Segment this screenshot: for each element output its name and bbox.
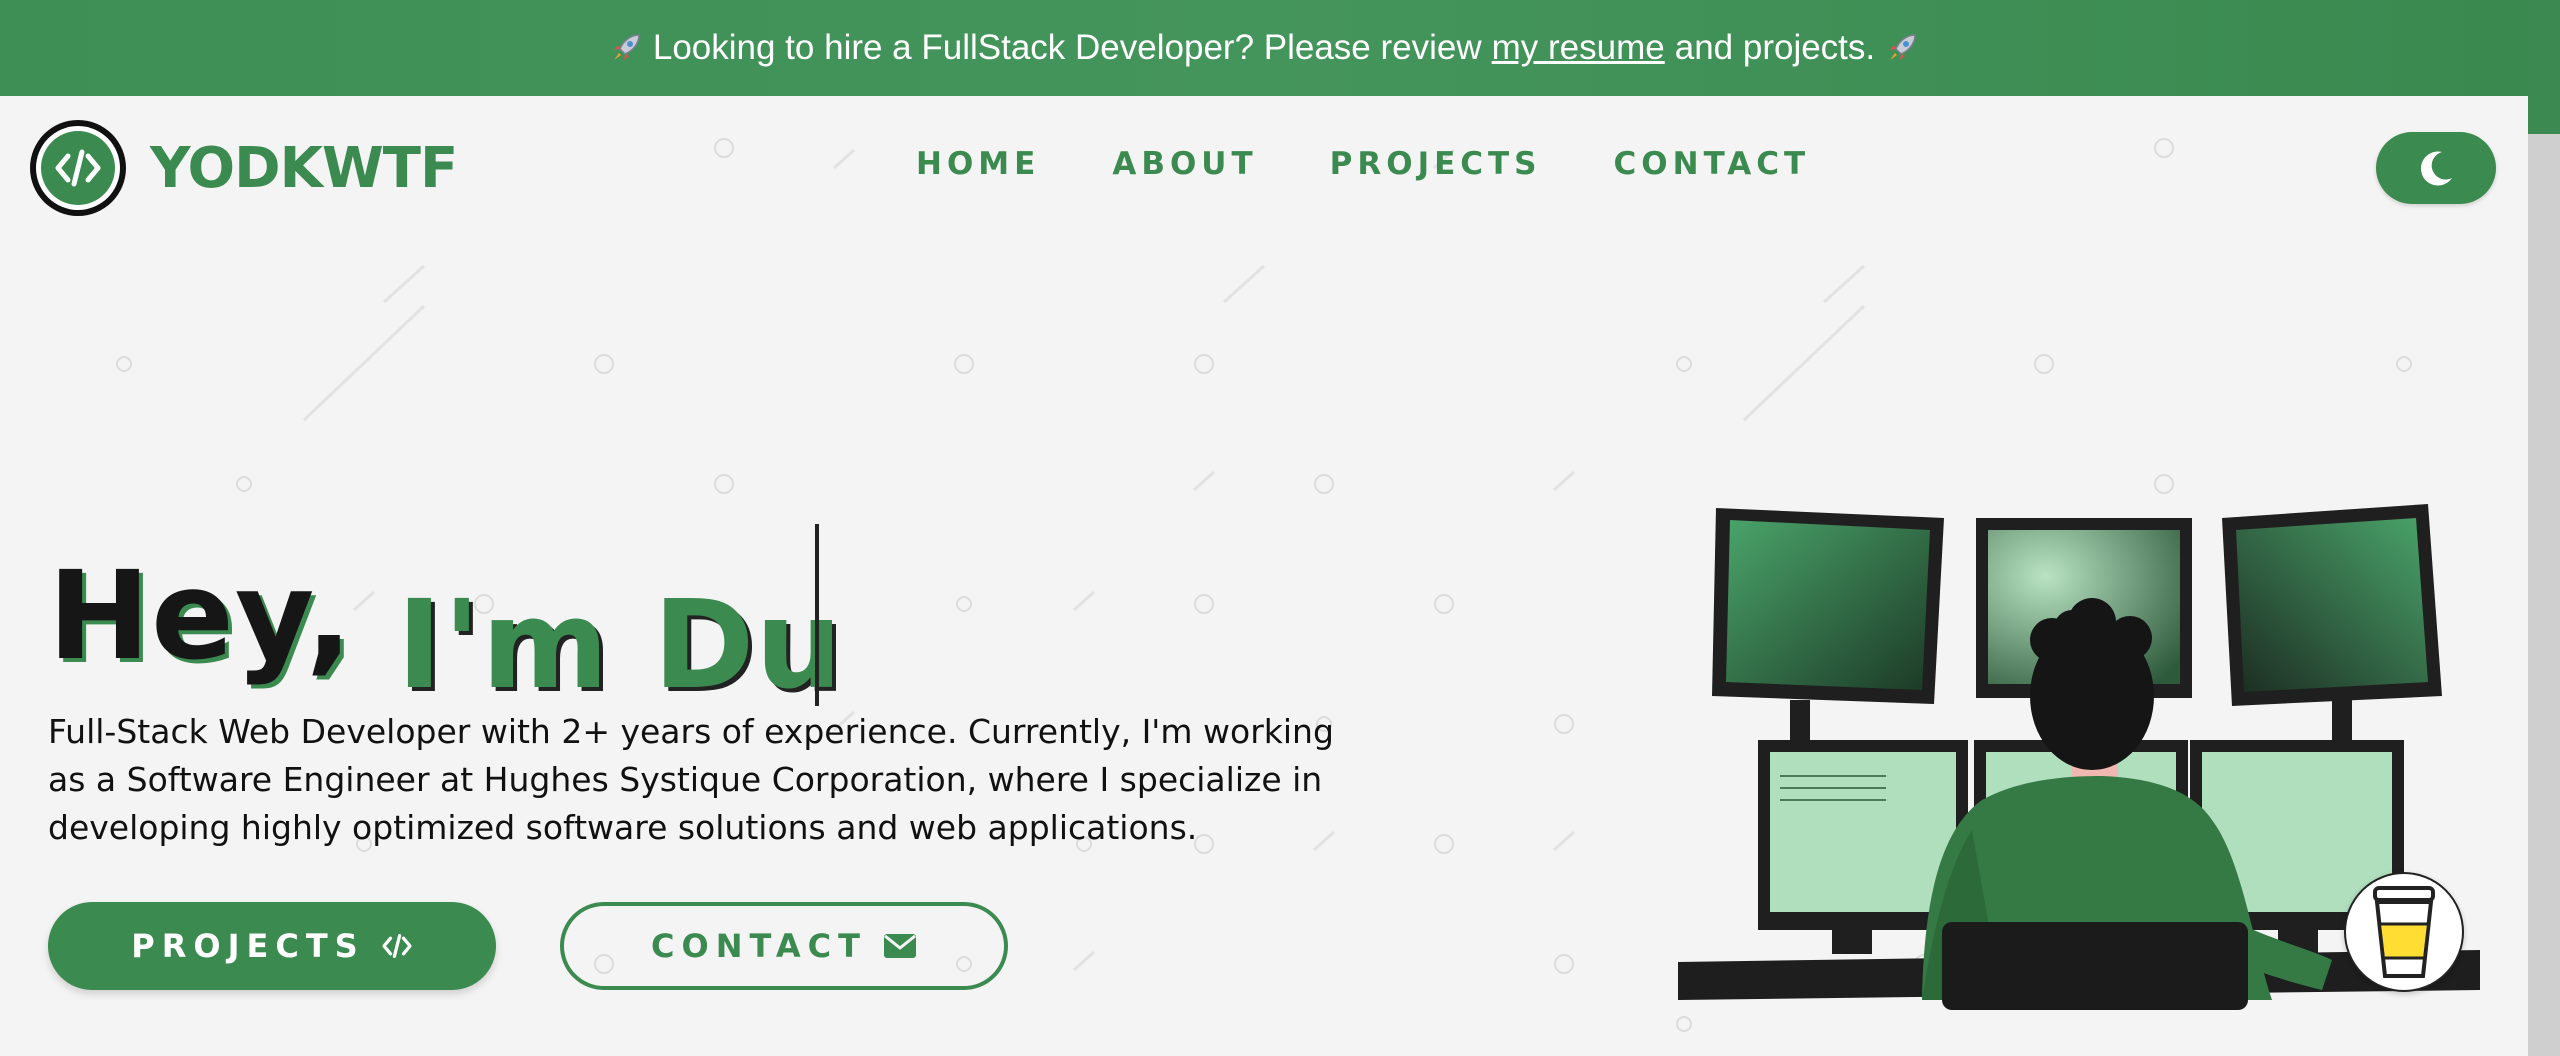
rocket-icon <box>613 34 640 60</box>
nav-about[interactable]: ABOUT <box>1112 146 1257 182</box>
hero-typed-name: I'm Durg <box>396 574 837 716</box>
hiring-banner: Looking to hire a FullStack Developer? P… <box>0 0 2528 96</box>
rocket-icon <box>1890 34 1916 60</box>
scrollbar-track[interactable] <box>2528 0 2560 1056</box>
projects-button[interactable]: PROJECTS <box>48 902 496 990</box>
logo-badge <box>30 120 126 216</box>
code-icon <box>382 933 412 959</box>
envelope-icon <box>883 934 916 958</box>
contact-button[interactable]: CONTACT <box>560 902 1008 990</box>
theme-toggle-button[interactable] <box>2376 132 2496 204</box>
projects-button-label: PROJECTS <box>131 927 365 965</box>
brand-name: YODKWTF <box>150 135 458 201</box>
site-header: YODKWTF HOME ABOUT PROJECTS CONTACT <box>0 96 2528 240</box>
scrollbar-thumb[interactable] <box>2528 0 2560 134</box>
nav-contact[interactable]: CONTACT <box>1614 146 1811 182</box>
monitor-top-right <box>2222 504 2442 742</box>
buy-me-a-coffee-button[interactable] <box>2344 872 2464 992</box>
banner-text-before: Looking to hire a FullStack Developer? P… <box>652 28 1482 67</box>
main-nav: HOME ABOUT PROJECTS CONTACT <box>916 146 1810 182</box>
resume-link[interactable]: my resume <box>1492 28 1665 68</box>
contact-button-label: CONTACT <box>651 927 867 965</box>
code-icon <box>55 149 101 187</box>
hero-heading: Hey, I'm Durg <box>48 524 837 716</box>
hero-greeting: Hey, <box>48 545 354 688</box>
banner-text-after: and projects. <box>1674 28 1876 67</box>
hero-description: Full-Stack Web Developer with 2+ years o… <box>48 712 1334 847</box>
typing-caret <box>814 524 819 706</box>
brand-logo[interactable]: YODKWTF <box>30 120 458 216</box>
nav-projects[interactable]: PROJECTS <box>1330 146 1542 182</box>
moon-icon <box>2420 151 2452 186</box>
monitor-top-left <box>1712 508 1944 746</box>
coffee-cup-icon <box>2373 886 2435 978</box>
nav-home[interactable]: HOME <box>916 146 1040 182</box>
